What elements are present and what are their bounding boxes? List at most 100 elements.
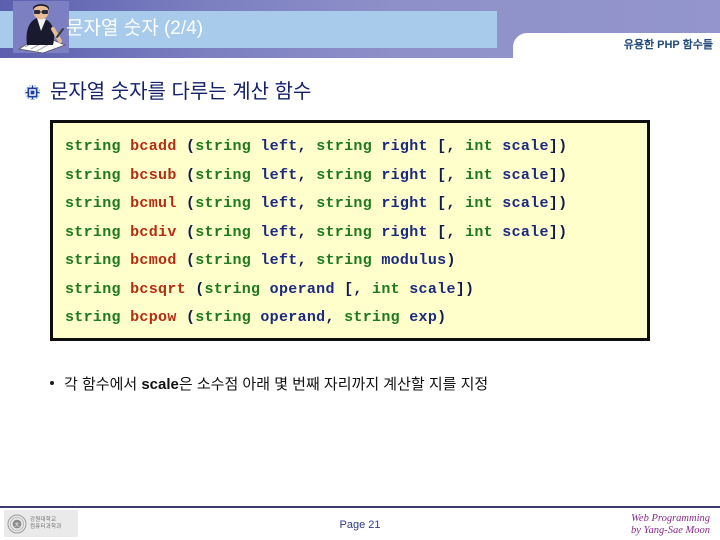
footer-credit-line2: by Yang-Sae Moon bbox=[631, 525, 710, 536]
footer-credit-line1: Web Programming bbox=[631, 513, 710, 524]
code-token: ]) bbox=[548, 166, 568, 184]
code-token: string bbox=[65, 195, 121, 212]
code-token: ]) bbox=[548, 223, 568, 241]
code-token: scale bbox=[502, 195, 549, 212]
code-token: string bbox=[316, 166, 373, 184]
code-token: bcadd bbox=[130, 138, 177, 155]
slide-header: 문자열 숫자 (2/4) 유용한 PHP 함수들 bbox=[0, 0, 720, 58]
code-token: [, bbox=[427, 138, 466, 155]
code-token: , bbox=[325, 309, 345, 326]
bullet-dot-icon bbox=[50, 381, 54, 385]
note-suffix: 은 소수점 아래 몇 번째 자리까지 계산할 지를 지정 bbox=[178, 376, 489, 393]
code-token: string bbox=[65, 223, 121, 241]
code-token: scale bbox=[502, 166, 549, 184]
code-token: string bbox=[344, 309, 400, 326]
code-token: [, bbox=[427, 195, 466, 212]
code-token: [, bbox=[334, 280, 373, 298]
code-token: , bbox=[297, 195, 317, 212]
code-token: ]) bbox=[548, 195, 568, 212]
code-token: string bbox=[195, 138, 252, 155]
section-heading: 문자열 숫자를 다루는 계산 함수 bbox=[24, 80, 311, 104]
code-token: , bbox=[297, 223, 317, 241]
code-token: ( bbox=[176, 252, 196, 269]
code-line-bcsqrt: string bcsqrt (string operand [, int sca… bbox=[65, 276, 647, 305]
code-token: string bbox=[316, 138, 373, 155]
code-token: right bbox=[381, 223, 428, 241]
page-number: Page 21 bbox=[339, 519, 381, 531]
code-token: ]) bbox=[455, 280, 475, 298]
code-token: bcsub bbox=[130, 166, 177, 184]
presenter-writing-icon bbox=[13, 1, 69, 53]
code-token: left bbox=[260, 195, 298, 212]
code-token: int bbox=[465, 223, 493, 241]
code-token: scale bbox=[409, 280, 456, 298]
code-token: ( bbox=[185, 280, 205, 298]
code-token: string bbox=[65, 166, 121, 184]
code-token: ( bbox=[176, 138, 196, 155]
slide-footer: 大 강원대학교 컴퓨터과학과 Page 21 Web Programming b… bbox=[0, 508, 720, 540]
page-title: 문자열 숫자 (2/4) bbox=[66, 18, 204, 39]
code-token: string bbox=[65, 280, 121, 298]
code-token: ( bbox=[176, 223, 196, 241]
code-token: bcmul bbox=[130, 195, 177, 212]
code-token: ( bbox=[176, 309, 196, 326]
code-token: string bbox=[316, 195, 373, 212]
code-token: [, bbox=[427, 223, 466, 241]
code-token: string bbox=[204, 280, 261, 298]
code-token: modulus bbox=[381, 252, 447, 269]
code-line-bcdiv: string bcdiv (string left, string right … bbox=[65, 219, 647, 248]
code-line-bcpow: string bcpow (string operand, string exp… bbox=[65, 304, 647, 333]
code-token: left bbox=[260, 166, 298, 184]
code-token: string bbox=[195, 223, 252, 241]
code-token: ( bbox=[176, 166, 196, 184]
code-token: exp bbox=[409, 309, 438, 326]
code-token: ) bbox=[446, 252, 456, 269]
code-token: bcdiv bbox=[130, 223, 177, 241]
code-token: string bbox=[65, 309, 121, 326]
code-token: left bbox=[260, 252, 298, 269]
code-line-bcadd: string bcadd (string left, string right … bbox=[65, 133, 647, 162]
code-token: bcsqrt bbox=[130, 280, 186, 298]
code-token: operand bbox=[269, 280, 335, 298]
code-token: bcpow bbox=[130, 309, 177, 326]
code-token: left bbox=[260, 223, 298, 241]
code-token: scale bbox=[502, 223, 549, 241]
code-token: ( bbox=[176, 195, 196, 212]
note-bullet-item: 각 함수에서 scale은 소수점 아래 몇 번째 자리까지 계산할 지를 지정 bbox=[50, 374, 670, 396]
code-token: left bbox=[260, 138, 298, 155]
code-token: right bbox=[381, 166, 428, 184]
code-token: , bbox=[297, 138, 317, 155]
note-prefix: 각 함수에서 bbox=[64, 376, 142, 393]
code-token: int bbox=[465, 195, 493, 212]
code-token: bcmod bbox=[130, 252, 177, 269]
code-token: ) bbox=[437, 309, 447, 326]
code-token: string bbox=[65, 138, 121, 155]
code-line-bcmod: string bcmod (string left, string modulu… bbox=[65, 247, 647, 276]
code-token: , bbox=[297, 252, 317, 269]
note-text: 각 함수에서 scale은 소수점 아래 몇 번째 자리까지 계산할 지를 지정 bbox=[64, 374, 488, 396]
code-token: string bbox=[316, 223, 373, 241]
code-token: int bbox=[372, 280, 400, 298]
section-title-text: 문자열 숫자를 다루는 계산 함수 bbox=[50, 81, 312, 103]
code-token: ]) bbox=[548, 138, 568, 155]
code-token: int bbox=[465, 138, 493, 155]
code-token: string bbox=[195, 252, 252, 269]
code-line-bcsub: string bcsub (string left, string right … bbox=[65, 162, 647, 191]
